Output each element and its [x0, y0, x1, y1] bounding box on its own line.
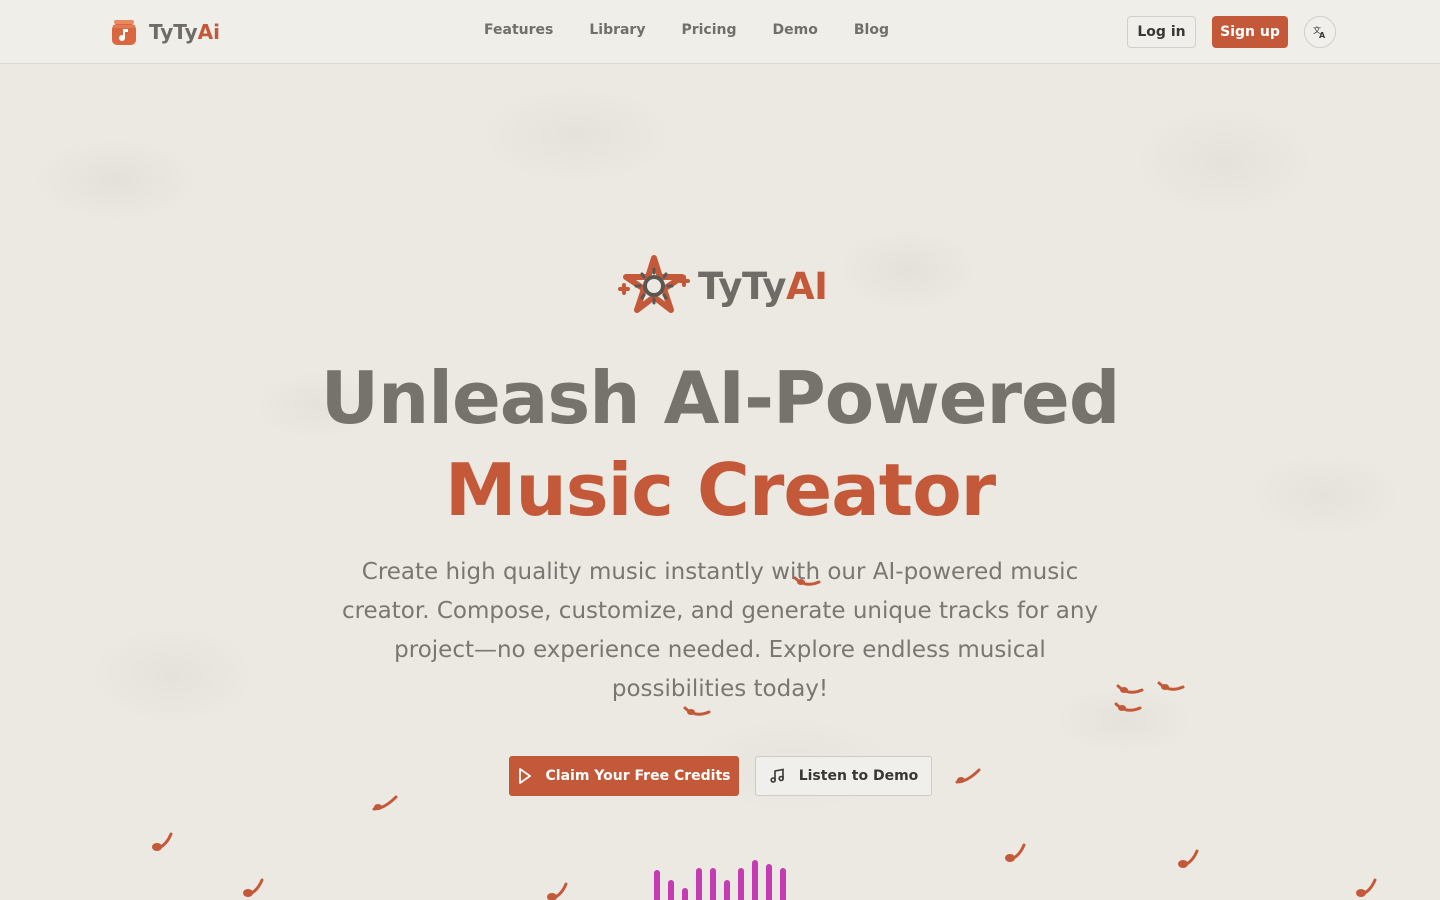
- brand-logo-icon: [112, 20, 136, 45]
- claim-credits-button[interactable]: Claim Your Free Credits: [509, 756, 739, 796]
- equalizer-bar: [780, 868, 786, 900]
- audio-equalizer: [654, 858, 788, 900]
- play-icon: [518, 768, 531, 784]
- hero-logo: TyTyAI: [614, 255, 828, 317]
- floating-note-icon: [1005, 843, 1026, 862]
- equalizer-bar: [752, 860, 758, 900]
- equalizer-bar: [710, 868, 716, 900]
- star-music-icon: [618, 255, 690, 313]
- claim-credits-label: Claim Your Free Credits: [545, 768, 731, 784]
- main-nav: Features Library Pricing Demo Blog: [484, 22, 925, 38]
- equalizer-bar: [668, 880, 674, 900]
- equalizer-bar: [766, 864, 772, 900]
- equalizer-bar: [724, 880, 730, 900]
- signup-button[interactable]: Sign up: [1212, 16, 1288, 48]
- brand-logo-link[interactable]: TyTyAi: [109, 17, 220, 47]
- login-button[interactable]: Log in: [1127, 16, 1196, 48]
- hero-headline: Unleash AI-Powered Music Creator: [0, 352, 1440, 536]
- brand-name: TyTyAi: [149, 20, 220, 44]
- floating-note-icon: [1178, 849, 1199, 868]
- floating-note-icon: [243, 878, 264, 897]
- listen-demo-label: Listen to Demo: [798, 768, 919, 784]
- headline-line-2: Music Creator: [444, 448, 996, 532]
- nav-features[interactable]: Features: [484, 22, 553, 38]
- equalizer-bar: [682, 888, 688, 900]
- listen-demo-button[interactable]: Listen to Demo: [755, 756, 932, 796]
- hero-subtitle: Create high quality music instantly with…: [341, 559, 1099, 702]
- floating-note-icon: [1356, 878, 1377, 897]
- nav-pricing[interactable]: Pricing: [681, 22, 736, 38]
- language-button[interactable]: 文 A: [1304, 16, 1336, 48]
- floating-note-icon: [372, 795, 398, 811]
- nav-library[interactable]: Library: [589, 22, 645, 38]
- floating-note-icon: [547, 882, 568, 900]
- equalizer-bar: [738, 868, 744, 900]
- top-navbar: TyTyAi Features Library Pricing Demo Blo…: [0, 0, 1440, 64]
- floating-note-icon: [1114, 702, 1142, 712]
- floating-note-icon: [955, 768, 981, 784]
- svg-text:A: A: [1319, 31, 1326, 39]
- headline-line-1: Unleash AI-Powered: [320, 356, 1121, 440]
- music-note-icon: [770, 768, 784, 783]
- equalizer-bar: [696, 868, 702, 900]
- floating-note-icon: [683, 706, 711, 716]
- nav-demo[interactable]: Demo: [773, 22, 818, 38]
- hero-logo-text: TyTyAI: [698, 264, 828, 308]
- floating-note-icon: [152, 832, 173, 851]
- translate-icon: 文 A: [1313, 25, 1326, 39]
- floating-note-icon: [793, 576, 821, 586]
- nav-blog[interactable]: Blog: [854, 22, 889, 38]
- floating-note-icon: [1157, 681, 1185, 691]
- equalizer-bar: [654, 870, 660, 900]
